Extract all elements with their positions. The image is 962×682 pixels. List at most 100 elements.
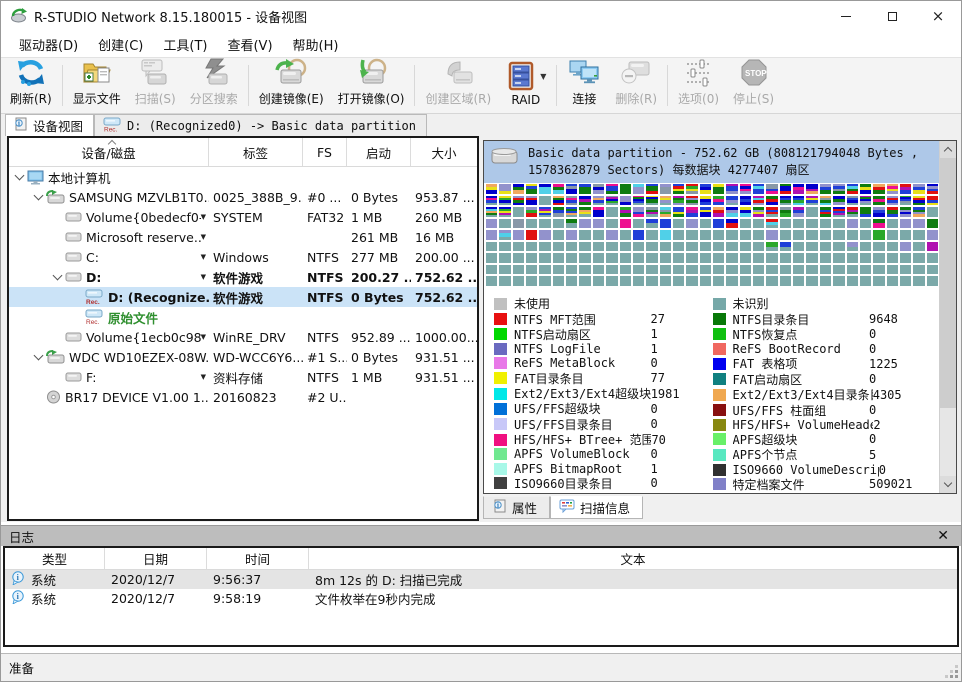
device-column-header-1[interactable]: 设备/磁盘 bbox=[9, 138, 209, 166]
table-row[interactable]: F:▼资料存储NTFS1 MB931.51 ... bbox=[9, 367, 477, 387]
log-row[interactable]: i系统2020/12/79:58:19文件枚举在9秒内完成 bbox=[5, 589, 957, 608]
scan-block bbox=[686, 276, 697, 286]
row-dropdown-arrow-icon[interactable]: ▼ bbox=[201, 273, 209, 281]
table-row[interactable]: Volume{1ecb0c98-...▼WinRE_DRVNTFS952.89 … bbox=[9, 327, 477, 347]
legend-item: FAT目录条目77 bbox=[494, 370, 713, 385]
scan-block bbox=[486, 265, 497, 275]
row-dropdown-arrow-icon[interactable]: ▼ bbox=[201, 213, 209, 221]
scan-stripe bbox=[780, 203, 791, 205]
log-close-icon[interactable]: ✕ bbox=[933, 529, 953, 543]
row-dropdown-arrow-icon[interactable]: ▼ bbox=[201, 333, 209, 341]
table-row[interactable]: Microsoft reserve...▼261 MB16 MB bbox=[9, 227, 477, 247]
log-column-header-4[interactable]: 文本 bbox=[309, 548, 957, 569]
table-row[interactable]: C:▼WindowsNTFS277 MB200.00 ... bbox=[9, 247, 477, 267]
legend-item: ReFS MetaBlock0 bbox=[494, 356, 713, 370]
tab-device-view[interactable]: i 设备视图 bbox=[5, 114, 94, 136]
expand-chevron-icon[interactable] bbox=[32, 190, 46, 204]
maximize-button[interactable] bbox=[869, 1, 915, 31]
device-column-header-2[interactable]: 标签 bbox=[209, 138, 303, 166]
row-dropdown-arrow-icon[interactable]: ▼ bbox=[201, 233, 209, 241]
table-row[interactable]: Rec.D: (Recognize...软件游戏NTFS0 Bytes752.6… bbox=[9, 287, 477, 307]
scan-block bbox=[579, 242, 590, 252]
legend-swatch bbox=[713, 464, 726, 476]
table-row[interactable]: WDC WD10EZEX-08W...WD-WCC6Y6...#1 S...0 … bbox=[9, 347, 477, 367]
raid-dropdown-arrow-icon[interactable]: ▼ bbox=[540, 72, 546, 81]
device-fs: #1 S... bbox=[303, 350, 347, 365]
device-column-header-3[interactable]: FS bbox=[303, 138, 347, 166]
scan-block bbox=[566, 207, 577, 217]
table-row[interactable]: BR17 DEVICE V1.00 1....20160823#2 U... bbox=[9, 387, 477, 407]
scan-block bbox=[820, 230, 831, 240]
toolbar-button-raid[interactable]: ▼RAID bbox=[498, 60, 553, 111]
table-row[interactable]: D:▼软件游戏NTFS200.27 ...752.62 ... bbox=[9, 267, 477, 287]
scan-block bbox=[780, 196, 791, 206]
table-row[interactable]: Volume{0bedecf0-...▼SYSTEMFAT321 MB260 M… bbox=[9, 207, 477, 227]
scan-block bbox=[873, 196, 884, 206]
table-row[interactable]: Rec.原始文件 bbox=[9, 307, 477, 327]
scan-block bbox=[713, 265, 724, 275]
scrollbar-thumb[interactable] bbox=[940, 158, 956, 408]
expand-chevron-icon[interactable] bbox=[51, 270, 65, 284]
table-row[interactable]: 本地计算机 bbox=[9, 167, 477, 187]
toolbar-button-connect[interactable]: 连接 bbox=[560, 60, 608, 111]
scroll-up-button[interactable] bbox=[940, 141, 956, 158]
scan-stripe bbox=[553, 213, 564, 216]
close-button[interactable]: × bbox=[915, 1, 961, 31]
toolbar-button-refresh[interactable]: 刷新(R) bbox=[3, 60, 59, 111]
scan-stripe bbox=[486, 215, 497, 217]
scan-block bbox=[660, 276, 671, 286]
menu-item-3[interactable]: 工具(T) bbox=[153, 31, 217, 58]
cd-icon bbox=[46, 390, 61, 404]
scan-block bbox=[887, 184, 898, 194]
scan-stripe bbox=[526, 230, 537, 240]
log-row[interactable]: i系统2020/12/79:56:378m 12s 的 D: 扫描已完成 bbox=[5, 570, 957, 589]
device-column-header-4[interactable]: 启动 bbox=[347, 138, 411, 166]
toolbar-button-create-image[interactable]: 创建镜像(E) bbox=[252, 60, 331, 111]
scan-block-map[interactable] bbox=[485, 183, 939, 287]
log-column-header-3[interactable]: 时间 bbox=[207, 548, 309, 569]
tab-recognized-partition[interactable]: Rec. D: (Recognized0) -> Basic data part… bbox=[94, 114, 427, 136]
scan-stripe bbox=[660, 214, 671, 216]
log-column-header-2[interactable]: 日期 bbox=[105, 548, 207, 569]
scan-stripe bbox=[646, 203, 657, 205]
scan-block bbox=[900, 253, 911, 263]
scan-block bbox=[927, 242, 938, 252]
scan-stripe bbox=[593, 213, 604, 216]
minimize-button[interactable] bbox=[823, 1, 869, 31]
tab-scan-info[interactable]: 扫描信息 bbox=[550, 496, 643, 519]
toolbar-button-show-files[interactable]: 显示文件 bbox=[66, 60, 128, 111]
expand-chevron-icon[interactable] bbox=[13, 170, 27, 184]
scan-block bbox=[539, 276, 550, 286]
scan-block bbox=[646, 184, 657, 194]
table-row[interactable]: SAMSUNG MZVLB1T0...0025_388B_9...#0 ...0… bbox=[9, 187, 477, 207]
menu-item-4[interactable]: 查看(V) bbox=[217, 31, 282, 58]
scan-stripe bbox=[913, 190, 924, 193]
log-column-header-1[interactable]: 类型 bbox=[5, 548, 105, 569]
device-fs: NTFS bbox=[303, 290, 347, 305]
scan-panel-scrollbar[interactable] bbox=[939, 141, 956, 493]
toolbar-button-create-region: 创建区域(R) bbox=[418, 60, 498, 111]
tab-recognized-partition-label: D: (Recognized0) -> Basic data partition bbox=[127, 119, 416, 133]
scan-block bbox=[526, 196, 537, 206]
scan-block bbox=[673, 219, 684, 229]
scan-block bbox=[553, 276, 564, 286]
scan-block bbox=[686, 242, 697, 252]
device-column-header-5[interactable]: 大小 bbox=[411, 138, 477, 166]
scan-block bbox=[793, 207, 804, 217]
scroll-down-button[interactable] bbox=[940, 476, 956, 493]
menu-item-2[interactable]: 创建(C) bbox=[88, 31, 153, 58]
menu-item-1[interactable]: 驱动器(D) bbox=[9, 31, 88, 58]
scan-stripe bbox=[660, 230, 671, 240]
toolbar-button-open-image[interactable]: 打开镜像(O) bbox=[331, 60, 412, 111]
scan-stripe bbox=[660, 190, 671, 193]
tab-properties[interactable]: i 属性 bbox=[483, 496, 550, 519]
log-table: 类型日期时间文本 i系统2020/12/79:56:378m 12s 的 D: … bbox=[3, 546, 959, 647]
scan-block bbox=[700, 230, 711, 240]
legend-count: 0 bbox=[651, 417, 713, 431]
expand-chevron-icon[interactable] bbox=[32, 350, 46, 364]
row-dropdown-arrow-icon[interactable]: ▼ bbox=[201, 373, 209, 381]
row-dropdown-arrow-icon[interactable]: ▼ bbox=[201, 253, 209, 261]
scan-block bbox=[753, 196, 764, 206]
menu-item-5[interactable]: 帮助(H) bbox=[283, 31, 349, 58]
resize-grip[interactable] bbox=[946, 666, 958, 678]
